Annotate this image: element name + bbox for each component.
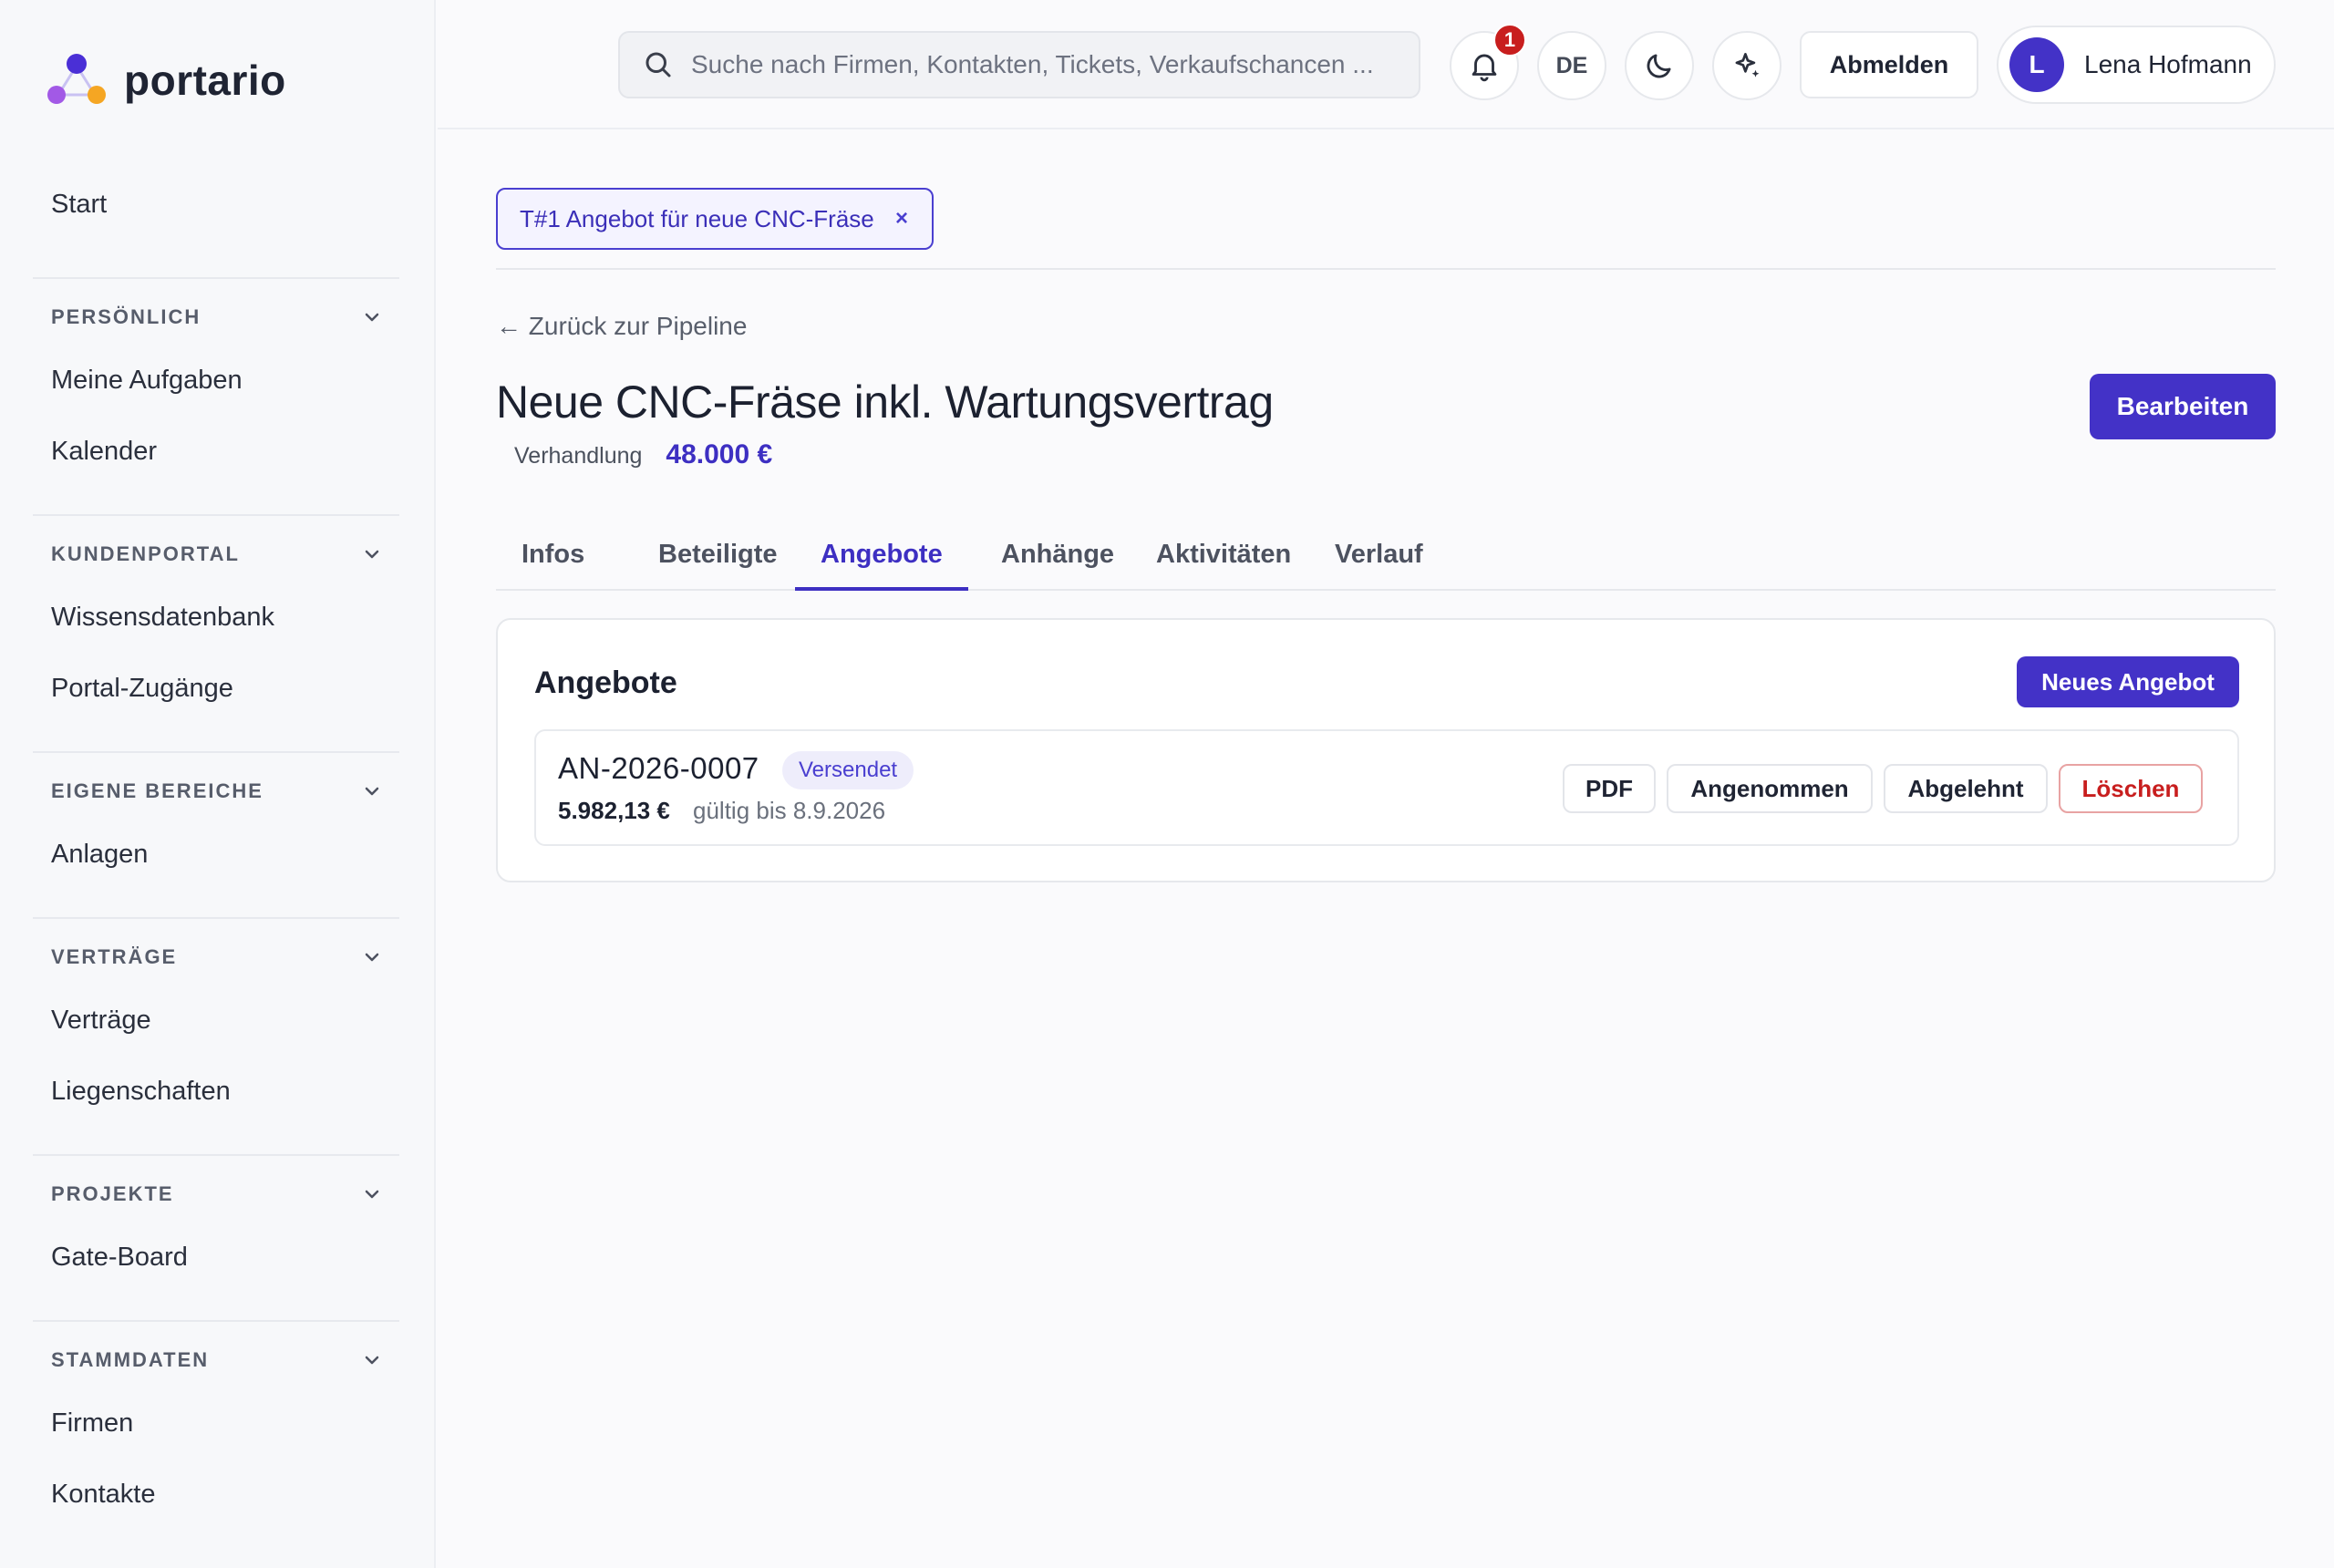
tab-angebote[interactable]: Angebote [795, 529, 968, 591]
search-input[interactable] [691, 50, 1402, 79]
sidebar: portario Start PERSÖNLICH Meine Aufgaben… [0, 0, 436, 1568]
chevron-down-icon [365, 1356, 379, 1365]
section-header[interactable]: PROJEKTE [33, 1154, 399, 1222]
sidebar-item-vertraege[interactable]: Verträge [33, 985, 399, 1056]
deal-meta: Verhandlung 48.000 € [514, 439, 772, 470]
page-title: Neue CNC-Fräse inkl. Wartungsvertrag [496, 377, 1274, 428]
tab-verlauf[interactable]: Verlauf [1309, 529, 1449, 591]
ticket-tab-label: T#1 Angebot für neue CNC-Fräse [520, 204, 874, 232]
search-box[interactable] [618, 31, 1420, 98]
sidebar-item-anlagen[interactable]: Anlagen [33, 819, 399, 890]
sidebar-section-vertraege: VERTRÄGE Verträge Liegenschaften [33, 917, 399, 1127]
sidebar-section-kundenportal: KUNDENPORTAL Wissensdatenbank Portal-Zug… [33, 514, 399, 724]
back-to-pipeline-link[interactable]: ← Zurück zur Pipeline [496, 312, 747, 341]
dark-mode-toggle[interactable] [1625, 31, 1694, 100]
section-title: PROJEKTE [51, 1182, 174, 1205]
sidebar-item-gate-board[interactable]: Gate-Board [33, 1222, 399, 1293]
search-icon [645, 52, 671, 77]
section-title: STAMMDATEN [51, 1348, 210, 1371]
user-menu[interactable]: L Lena Hofmann [1997, 26, 2276, 104]
sidebar-section-persoenlich: PERSÖNLICH Meine Aufgaben Kalender [33, 277, 399, 487]
sidebar-item-firmen[interactable]: Firmen [33, 1387, 399, 1459]
section-title: VERTRÄGE [51, 945, 178, 968]
sidebar-item-portal-zugaenge[interactable]: Portal-Zugänge [33, 653, 399, 724]
bell-icon [1472, 54, 1497, 82]
status-badge: Versendet [782, 751, 914, 789]
offer-valid-until: gültig bis 8.9.2026 [693, 797, 886, 824]
notifications-button[interactable]: 1 [1450, 24, 1526, 100]
brand-name: portario [124, 57, 286, 104]
offers-card: Angebote Neues Angebot AN-2026-0007 Vers… [496, 618, 2276, 882]
sidebar-section-eigene-bereiche: EIGENE BEREICHE Anlagen [33, 751, 399, 890]
section-title: EIGENE BEREICHE [51, 779, 263, 802]
deal-stage: Verhandlung [514, 443, 643, 469]
language-button[interactable]: DE [1537, 31, 1606, 100]
sidebar-item-kontakte[interactable]: Kontakte [33, 1459, 399, 1530]
tab-aktivitaeten[interactable]: Aktivitäten [1131, 529, 1317, 591]
divider [496, 268, 2276, 270]
sparkle-icon [1735, 52, 1760, 77]
chevron-down-icon [365, 550, 379, 559]
reject-button[interactable]: Abgelehnt [1884, 764, 2048, 813]
chevron-down-icon [365, 787, 379, 796]
section-header[interactable]: EIGENE BEREICHE [33, 751, 399, 819]
list-item: AN-2026-0007 Versendet 5.982,13 € gültig… [534, 729, 2239, 846]
tab-bar: Infos Beteiligte Angebote Anhänge Aktivi… [496, 529, 2276, 591]
section-header[interactable]: KUNDENPORTAL [33, 514, 399, 582]
portario-logo-icon [47, 54, 106, 104]
offers-card-title: Angebote [534, 665, 677, 700]
sidebar-item-liegenschaften[interactable]: Liegenschaften [33, 1056, 399, 1127]
close-icon[interactable]: × [895, 206, 908, 232]
chevron-down-icon [365, 313, 379, 322]
notification-badge: 1 [1493, 24, 1526, 57]
sidebar-item-start[interactable]: Start [51, 190, 107, 220]
pdf-button[interactable]: PDF [1563, 764, 1656, 813]
tab-anhaenge[interactable]: Anhänge [976, 529, 1140, 591]
sidebar-item-meine-aufgaben[interactable]: Meine Aufgaben [33, 345, 399, 416]
moon-icon [1647, 54, 1671, 78]
deal-amount: 48.000 € [666, 439, 773, 469]
new-offer-button[interactable]: Neues Angebot [2017, 656, 2239, 707]
section-title: KUNDENPORTAL [51, 542, 240, 565]
topbar: 1 DE Abmelden L Lena Hofmann [438, 0, 2334, 129]
offer-price: 5.982,13 € [558, 797, 670, 824]
section-title: PERSÖNLICH [51, 305, 201, 328]
offer-number[interactable]: AN-2026-0007 [558, 751, 759, 786]
logout-button[interactable]: Abmelden [1800, 31, 1978, 98]
sidebar-section-projekte: PROJEKTE Gate-Board [33, 1154, 399, 1293]
ai-assistant-button[interactable] [1712, 31, 1781, 100]
section-header[interactable]: STAMMDATEN [33, 1320, 399, 1387]
edit-button[interactable]: Bearbeiten [2090, 374, 2276, 439]
accept-button[interactable]: Angenommen [1667, 764, 1873, 813]
user-name: Lena Hofmann [2084, 50, 2252, 78]
chevron-down-icon [365, 953, 379, 962]
section-header[interactable]: PERSÖNLICH [33, 277, 399, 345]
sidebar-item-wissensdatenbank[interactable]: Wissensdatenbank [33, 582, 399, 653]
avatar: L [2009, 37, 2064, 92]
sidebar-item-kalender[interactable]: Kalender [33, 416, 399, 487]
language-label: DE [1555, 52, 1588, 78]
tab-beteiligte[interactable]: Beteiligte [633, 529, 803, 591]
open-ticket-tab[interactable]: T#1 Angebot für neue CNC-Fräse × [496, 188, 934, 250]
tab-infos[interactable]: Infos [496, 529, 610, 591]
sidebar-section-stammdaten: STAMMDATEN Firmen Kontakte [33, 1320, 399, 1530]
delete-button[interactable]: Löschen [2059, 764, 2203, 813]
chevron-down-icon [365, 1190, 379, 1199]
brand-logo[interactable]: portario [46, 51, 286, 109]
section-header[interactable]: VERTRÄGE [33, 917, 399, 985]
